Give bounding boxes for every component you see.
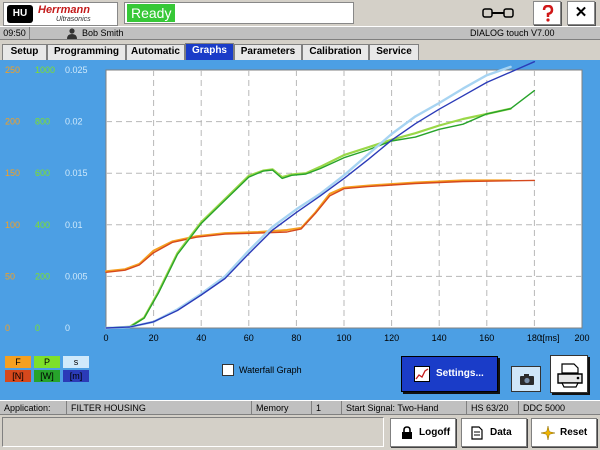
x-tick-label: 140 (432, 333, 447, 343)
x-tick-label: 40 (196, 333, 206, 343)
y-tick-label-p: 400 (35, 220, 50, 230)
y-tick-label-f: 150 (5, 168, 20, 178)
logo-mark: HU (7, 5, 33, 23)
help-button[interactable] (533, 1, 561, 25)
info-bar: 09:50 Bob Smith DIALOG touch V7.00 (0, 26, 600, 40)
start-signal-text: Start Signal: Two-Hand (342, 401, 467, 415)
y-tick-label-p: 200 (35, 271, 50, 281)
y-tick-label-p: 1000 (35, 65, 55, 75)
clock-text: 09:50 (0, 27, 30, 39)
legend-power-label[interactable]: P (34, 356, 60, 368)
x-tick-label: 200 (574, 333, 589, 343)
logoff-button[interactable]: Logoff (390, 418, 456, 447)
y-tick-label-p: 800 (35, 117, 50, 127)
y-tick-label-f: 100 (5, 220, 20, 230)
x-tick-label: 20 (149, 333, 159, 343)
version-text: DIALOG touch V7.00 (470, 28, 555, 38)
y-tick-label-p: 0 (35, 323, 40, 333)
application-value: FILTER HOUSING (67, 401, 252, 415)
y-tick-label-f: 200 (5, 117, 20, 127)
help-icon (542, 5, 554, 22)
y-tick-label-p: 600 (35, 168, 50, 178)
printer-icon (557, 363, 583, 388)
settings-label: Settings... (436, 368, 484, 379)
horn-spec-text: HS 63/20 (467, 401, 519, 415)
settings-graph-icon (414, 366, 430, 382)
x-axis-label: t[ms] (540, 333, 560, 343)
process-graph[interactable]: 0 20 40 60 80 100 120 140 160 180 200t[ms]05010015… (0, 60, 600, 350)
tab-graphs[interactable]: Graphs (185, 43, 234, 60)
logo-name: Herrmann (38, 4, 90, 16)
logo-subtitle: Ultrasonics (56, 16, 91, 23)
x-tick-label: 0 (103, 333, 108, 343)
x-tick-label: 60 (244, 333, 254, 343)
legend-distance-label[interactable]: s (63, 356, 89, 368)
x-tick-label: 160 (479, 333, 494, 343)
status-text: Ready (127, 4, 176, 22)
camera-button[interactable] (511, 366, 541, 392)
tab-calibration[interactable]: Calibration (302, 44, 369, 60)
document-icon (471, 426, 483, 440)
key-icon[interactable] (482, 6, 514, 20)
sparkle-icon (541, 426, 555, 440)
waterfall-label: Waterfall Graph (239, 365, 302, 375)
reset-label: Reset (560, 427, 588, 438)
close-icon: ✕ (574, 4, 588, 21)
logoff-label: Logoff (419, 427, 451, 438)
legend-force-label[interactable]: F (5, 356, 31, 368)
camera-icon (520, 374, 534, 385)
tab-programming[interactable]: Programming (47, 44, 126, 60)
data-label: Data (490, 427, 512, 438)
legend-force-unit[interactable]: [N] (5, 370, 31, 382)
status-bar: Application: FILTER HOUSING Memory 1 Sta… (0, 400, 600, 415)
generator-text: DDC 5000 (523, 403, 566, 413)
y-tick-label-s: 0.025 (65, 65, 88, 75)
y-tick-label-s: 0.01 (65, 220, 83, 230)
memory-label: Memory (252, 401, 312, 415)
tab-automatic[interactable]: Automatic (126, 44, 185, 60)
print-button[interactable] (550, 355, 588, 393)
graph-panel: 0 20 40 60 80 100 120 140 160 180 200 t[ms] 0 50 100 15… (0, 60, 600, 400)
y-tick-label-f: 250 (5, 65, 20, 75)
data-button[interactable]: Data (461, 418, 527, 447)
tab-bar: Setup Programming Automatic Graphs Param… (0, 42, 600, 60)
padlock-icon (402, 426, 412, 439)
settings-button[interactable]: Settings... (401, 356, 498, 392)
x-tick-label: 120 (384, 333, 399, 343)
y-tick-label-f: 50 (5, 271, 15, 281)
application-label: Application: (0, 401, 67, 415)
tab-parameters[interactable]: Parameters (234, 44, 302, 60)
waterfall-checkbox[interactable] (222, 364, 234, 376)
close-button[interactable]: ✕ (567, 1, 595, 25)
legend-distance-unit[interactable]: [m] (63, 370, 89, 382)
legend-power-unit[interactable]: [W] (34, 370, 60, 382)
memory-value: 1 (312, 401, 342, 415)
y-tick-label-s: 0 (65, 323, 70, 333)
user-name: Bob Smith (82, 28, 124, 38)
status-field: Ready (124, 2, 354, 24)
tab-setup[interactable]: Setup (2, 44, 47, 60)
reset-button[interactable]: Reset (531, 418, 597, 447)
x-tick-label: 80 (291, 333, 301, 343)
y-tick-label-s: 0.005 (65, 271, 88, 281)
tab-service[interactable]: Service (369, 44, 419, 60)
y-tick-label-s: 0.015 (65, 168, 88, 178)
user-icon (67, 28, 77, 39)
message-area (2, 417, 384, 447)
x-tick-label: 100 (336, 333, 351, 343)
y-tick-label-s: 0.02 (65, 117, 83, 127)
app-logo: HU Herrmann Ultrasonics (3, 2, 118, 26)
y-tick-label-f: 0 (5, 323, 10, 333)
